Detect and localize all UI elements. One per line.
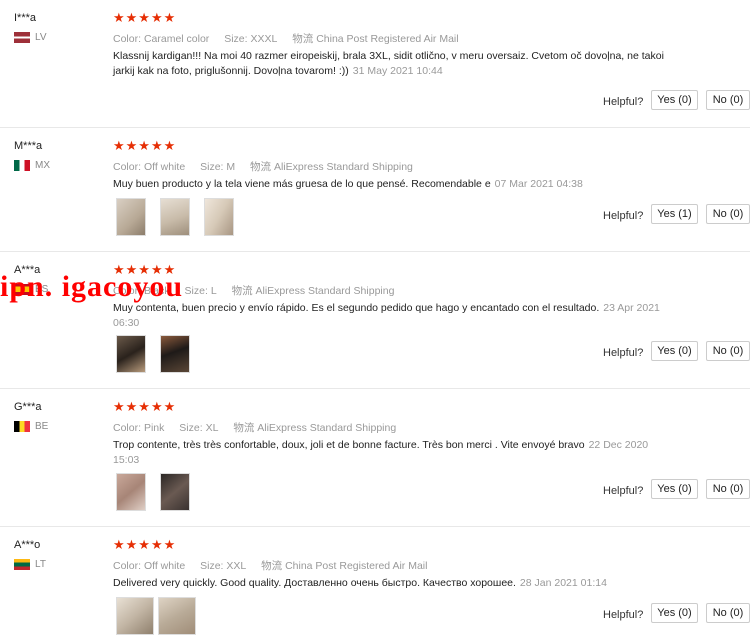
review-text: Delivered very quickly. Good quality. До… bbox=[113, 576, 673, 591]
review-photo-thumbnail[interactable] bbox=[116, 198, 146, 236]
helpful-no-button[interactable]: No (0) bbox=[706, 603, 750, 623]
helpful-no-button[interactable]: No (0) bbox=[706, 479, 750, 499]
helpful-yes-button[interactable]: Yes (0) bbox=[651, 479, 698, 499]
helpful-no-button[interactable]: No (0) bbox=[706, 204, 750, 224]
review-text: Muy contenta, buen precio y envío rápido… bbox=[113, 301, 673, 331]
shipping-label: 物流 bbox=[292, 33, 314, 45]
review-body: Muy contenta, buen precio y envío rápido… bbox=[113, 302, 600, 314]
reviewer-country: MX bbox=[14, 160, 50, 171]
color-label: Color: bbox=[113, 161, 142, 173]
shipping-label: 物流 bbox=[231, 285, 253, 297]
review-date: 07 Mar 2021 04:38 bbox=[494, 178, 583, 190]
helpful-yes-button[interactable]: Yes (1) bbox=[651, 204, 698, 224]
reviewer-country: LV bbox=[14, 32, 47, 43]
watermark-text: ipn. igacoyou bbox=[0, 270, 184, 303]
lithuania-flag-icon bbox=[14, 559, 30, 570]
review-meta: Color: Off white Size: M 物流 AliExpress S… bbox=[113, 159, 425, 174]
size-label: Size: bbox=[200, 161, 224, 173]
size-label: Size: bbox=[184, 285, 208, 297]
review-photo-thumbnail[interactable] bbox=[158, 597, 196, 635]
reviewer-country: BE bbox=[14, 421, 48, 432]
color-label: Color: bbox=[113, 560, 142, 572]
helpful-yes-button[interactable]: Yes (0) bbox=[651, 90, 698, 110]
size-label: Size: bbox=[224, 33, 248, 45]
review-item: M***a MX ★★★★★ Color: Off white Size: M … bbox=[0, 128, 750, 252]
review-photo-thumbnail[interactable] bbox=[116, 335, 146, 373]
reviewer-name: A***o bbox=[14, 539, 41, 551]
country-code: LT bbox=[35, 559, 46, 570]
size-label: Size: bbox=[179, 422, 203, 434]
color-value: Caramel color bbox=[143, 33, 210, 45]
color-value: Pink bbox=[143, 422, 165, 434]
size-value: M bbox=[226, 161, 236, 173]
review-text: Trop contente, très très confortable, do… bbox=[113, 438, 673, 468]
reviewer-name: I***a bbox=[14, 12, 37, 24]
color-value: Off white bbox=[143, 560, 186, 572]
size-value: XXXL bbox=[250, 33, 278, 45]
shipping-label: 物流 bbox=[261, 560, 283, 572]
review-item: A***o LT ★★★★★ Color: Off white Size: XX… bbox=[0, 527, 750, 641]
review-text: Klassnij kardigan!!! Na moi 40 razmer ei… bbox=[113, 49, 673, 79]
helpful-no-button[interactable]: No (0) bbox=[706, 341, 750, 361]
size-value: XXL bbox=[226, 560, 247, 572]
review-date: 28 Jan 2021 01:14 bbox=[519, 577, 607, 589]
review-meta: Color: Off white Size: XXL 物流 China Post… bbox=[113, 558, 439, 573]
reviewer-name: G***a bbox=[14, 401, 42, 413]
helpful-yes-button[interactable]: Yes (0) bbox=[651, 341, 698, 361]
review-date: 31 May 2021 10:44 bbox=[352, 65, 443, 77]
country-code: BE bbox=[35, 421, 49, 432]
helpful-label: Helpful? bbox=[603, 347, 644, 359]
shipping-label: 物流 bbox=[250, 161, 272, 173]
rating-stars: ★★★★★ bbox=[113, 10, 177, 25]
review-meta: Color: Pink Size: XL 物流 AliExpress Stand… bbox=[113, 420, 408, 435]
review-photo-thumbnail[interactable] bbox=[204, 198, 234, 236]
latvia-flag-icon bbox=[14, 32, 30, 43]
helpful-label: Helpful? bbox=[603, 210, 644, 222]
reviewer-name: M***a bbox=[14, 140, 43, 152]
color-label: Color: bbox=[113, 422, 142, 434]
review-meta: Color: Caramel color Size: XXXL 物流 China… bbox=[113, 31, 471, 46]
review-photos bbox=[116, 597, 196, 635]
helpful-no-button[interactable]: No (0) bbox=[706, 90, 750, 110]
shipping-value: China Post Registered Air Mail bbox=[316, 33, 459, 45]
review-photo-thumbnail[interactable] bbox=[160, 473, 190, 511]
belgium-flag-icon bbox=[14, 421, 30, 432]
helpful-label: Helpful? bbox=[603, 485, 644, 497]
review-item: I***a LV ★★★★★ Color: Caramel color Size… bbox=[0, 0, 750, 128]
review-body: Trop contente, très très confortable, do… bbox=[113, 439, 585, 451]
review-body: Muy buen producto y la tela viene más gr… bbox=[113, 178, 491, 190]
country-code: MX bbox=[35, 160, 50, 171]
shipping-value: AliExpress Standard Shipping bbox=[273, 161, 413, 173]
rating-stars: ★★★★★ bbox=[113, 399, 177, 414]
color-value: Off white bbox=[143, 161, 186, 173]
review-body: Delivered very quickly. Good quality. До… bbox=[113, 577, 516, 589]
helpful-label: Helpful? bbox=[603, 609, 644, 621]
size-value: XL bbox=[205, 422, 219, 434]
mexico-flag-icon bbox=[14, 160, 30, 171]
shipping-value: AliExpress Standard Shipping bbox=[255, 285, 395, 297]
review-photos bbox=[116, 335, 190, 373]
review-photo-thumbnail[interactable] bbox=[160, 335, 190, 373]
shipping-value: China Post Registered Air Mail bbox=[285, 560, 428, 572]
review-photo-thumbnail[interactable] bbox=[116, 597, 154, 635]
review-item: G***a BE ★★★★★ Color: Pink Size: XL 物流 A… bbox=[0, 389, 750, 527]
review-photo-thumbnail[interactable] bbox=[160, 198, 190, 236]
color-label: Color: bbox=[113, 33, 142, 45]
helpful-label: Helpful? bbox=[603, 96, 644, 108]
review-photos bbox=[116, 473, 190, 511]
rating-stars: ★★★★★ bbox=[113, 537, 177, 552]
review-text: Muy buen producto y la tela viene más gr… bbox=[113, 177, 673, 192]
country-code: LV bbox=[35, 32, 47, 43]
helpful-yes-button[interactable]: Yes (0) bbox=[651, 603, 698, 623]
shipping-value: AliExpress Standard Shipping bbox=[257, 422, 397, 434]
rating-stars: ★★★★★ bbox=[113, 138, 177, 153]
size-value: L bbox=[210, 285, 217, 297]
review-photo-thumbnail[interactable] bbox=[116, 473, 146, 511]
shipping-label: 物流 bbox=[233, 422, 255, 434]
review-photos bbox=[116, 198, 234, 236]
reviewer-country: LT bbox=[14, 559, 46, 570]
size-label: Size: bbox=[200, 560, 224, 572]
